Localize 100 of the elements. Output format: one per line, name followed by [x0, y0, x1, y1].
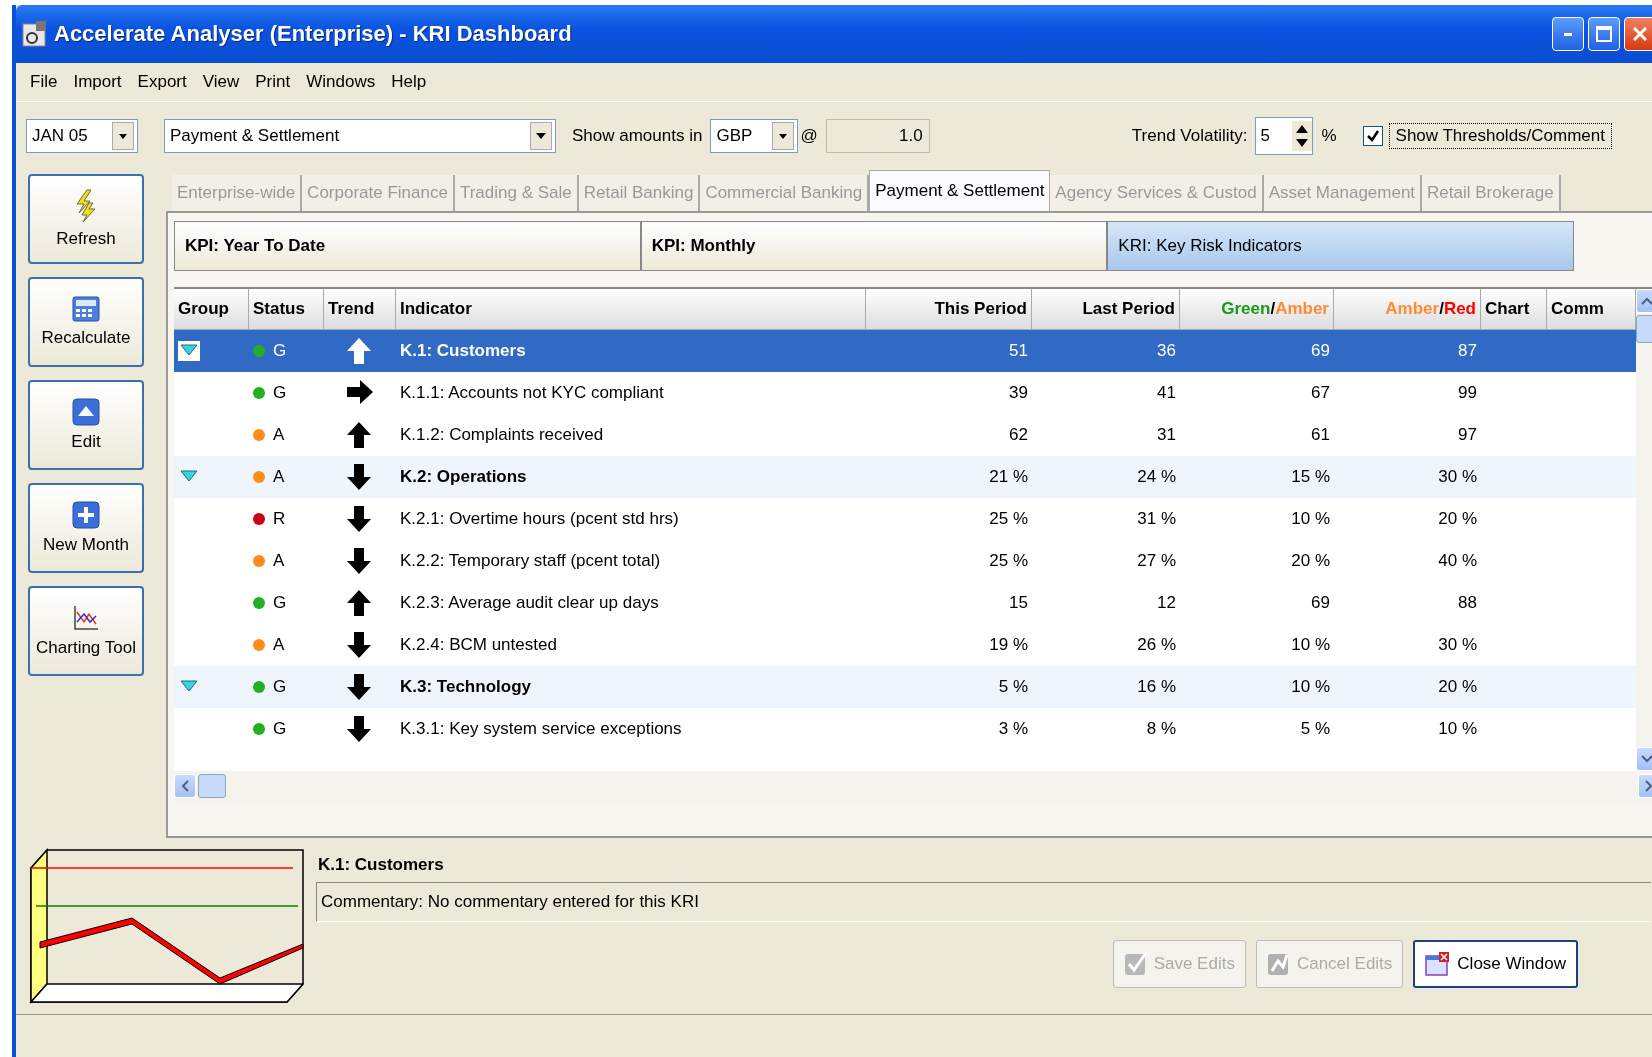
table-row[interactable]: G K.3: Technology 5 % 16 % 10 % 20 % — [174, 666, 1636, 708]
caret-icon — [119, 133, 127, 139]
currency-dropdown[interactable]: GBP — [710, 119, 799, 153]
indicator-text: K.2.4: BCM untested — [400, 635, 557, 655]
table-cell: 15 — [1009, 593, 1028, 613]
table-cell: 20 % — [1438, 677, 1477, 697]
table-cell: 30 % — [1438, 467, 1477, 487]
menu-item[interactable]: Print — [247, 72, 299, 92]
table-row[interactable]: G K.1: Customers 51 36 69 87 — [174, 330, 1636, 372]
table-row[interactable]: G K.2.3: Average audit clear up days 15 12 69 88 — [174, 582, 1636, 624]
indicator-text: K.2.1: Overtime hours (pcent std hrs) — [400, 509, 679, 529]
volatility-spinner[interactable]: 5 — [1255, 117, 1314, 155]
rate-field[interactable]: 1.0 — [825, 119, 930, 153]
app-icon — [22, 20, 48, 48]
table-cell: 10 % — [1291, 635, 1330, 655]
table-row[interactable]: A K.1.2: Complaints received 62 31 61 97 — [174, 414, 1636, 456]
column-header[interactable]: Trend — [324, 289, 396, 329]
scroll-thumb[interactable] — [198, 774, 226, 798]
indicator-text: K.2.3: Average audit clear up days — [400, 593, 659, 613]
scroll-down-button[interactable] — [1636, 747, 1652, 771]
tab[interactable]: KPI: Monthly — [640, 221, 1108, 271]
table-cell: 20 % — [1438, 509, 1477, 529]
tab[interactable]: KRI: Key Risk Indicators — [1107, 221, 1574, 271]
tab[interactable]: KPI: Year To Date — [174, 221, 641, 271]
horizontal-scrollbar[interactable] — [174, 771, 1652, 801]
table-cell: 12 — [1157, 593, 1176, 613]
side-button[interactable]: Recalculate — [28, 277, 144, 367]
maximize-button[interactable] — [1588, 17, 1620, 51]
caret-icon — [779, 133, 788, 139]
table-cell: 69 — [1311, 593, 1330, 613]
lightning-icon — [73, 189, 99, 223]
close-button[interactable] — [1624, 17, 1652, 51]
indicator-text: K.1.2: Complaints received — [400, 425, 604, 445]
chart-icon — [72, 604, 100, 632]
commentary-field[interactable]: Commentary: No commentary entered for this KRI — [316, 882, 1651, 922]
table-row[interactable]: R K.2.1: Overtime hours (pcent std hrs) 25 % 31 % 10 % 20 % — [174, 498, 1636, 540]
status-text: G — [273, 383, 287, 403]
menu-item[interactable]: Windows — [298, 72, 384, 92]
minimize-icon — [1564, 32, 1572, 36]
indicator-text: K.2.2: Temporary staff (pcent total) — [400, 551, 661, 571]
status-text: R — [273, 509, 286, 529]
status-text: A — [273, 551, 285, 571]
table-row[interactable]: G K.3.1: Key system service exceptions 3 % 8 % 5 % 10 % — [174, 708, 1636, 750]
table-cell: 8 % — [1146, 719, 1176, 739]
table-cell: 24 % — [1137, 467, 1176, 487]
window-close-icon — [1425, 951, 1452, 977]
indicator-text: K.3.1: Key system service exceptions — [400, 719, 682, 739]
expand-icon[interactable] — [178, 341, 200, 361]
menu-item[interactable]: Import — [65, 72, 130, 92]
table-cell: 25 % — [989, 509, 1028, 529]
side-button[interactable]: Edit — [28, 380, 144, 470]
side-button[interactable]: New Month — [28, 483, 144, 573]
scroll-up-button[interactable] — [1636, 289, 1652, 313]
check-icon — [1123, 951, 1148, 977]
table-row[interactable]: A K.2.2: Temporary staff (pcent total) 25 % 27 % 20 % 40 % — [174, 540, 1636, 582]
table-cell: 36 — [1157, 341, 1176, 361]
checkbox-label[interactable]: Show Thresholds/Comment — [1388, 123, 1612, 149]
column-header[interactable]: Amber/Red — [1334, 289, 1481, 329]
menu-item[interactable]: Help — [383, 72, 435, 92]
status-text: G — [273, 593, 287, 613]
month-dropdown[interactable]: JAN 05 — [26, 119, 138, 153]
status-text: G — [273, 719, 287, 739]
table-row[interactable]: G K.1.1: Accounts not KYC compliant 39 41 67 99 — [174, 372, 1636, 414]
table-cell: 30 % — [1438, 635, 1477, 655]
menu-item[interactable]: View — [194, 72, 248, 92]
side-button[interactable]: Charting Tool — [28, 586, 144, 676]
side-button[interactable]: Refresh — [28, 174, 144, 264]
column-header[interactable]: Chart — [1481, 289, 1547, 329]
table-row[interactable]: A K.2.4: BCM untested 19 % 26 % 10 % 30 % — [174, 624, 1636, 666]
tab[interactable]: Payment & Settlement — [869, 170, 1051, 211]
calculator-icon — [72, 296, 100, 322]
table-cell: 5 % — [998, 677, 1028, 697]
table-cell: 41 — [1157, 383, 1176, 403]
indicator-text: K.1: Customers — [400, 341, 526, 361]
column-header[interactable]: Group — [174, 289, 249, 329]
column-header[interactable]: Status — [249, 289, 324, 329]
action-button[interactable]: Close Window — [1413, 940, 1578, 988]
column-header[interactable]: Green/Amber — [1180, 289, 1334, 329]
maximize-icon — [1596, 26, 1612, 42]
minimize-button[interactable] — [1552, 17, 1584, 51]
table-cell: 10 % — [1291, 509, 1330, 529]
column-header[interactable]: This Period — [866, 289, 1032, 329]
menu-item[interactable]: File — [22, 72, 66, 92]
table-cell: 5 % — [1300, 719, 1330, 739]
table-cell: 26 % — [1137, 635, 1176, 655]
table-cell: 31 % — [1137, 509, 1176, 529]
table-row[interactable]: A K.2: Operations 21 % 24 % 15 % 30 % — [174, 456, 1636, 498]
column-header[interactable]: Indicator — [396, 289, 866, 329]
indicator-text: K.1.1: Accounts not KYC compliant — [400, 383, 664, 403]
checkbox[interactable] — [1362, 126, 1383, 146]
scroll-left-button[interactable] — [174, 774, 196, 798]
spinner-arrows-icon[interactable] — [1292, 121, 1313, 151]
volatility-label: Trend Volatility: — [1131, 126, 1248, 146]
column-header[interactable]: Last Period — [1032, 289, 1180, 329]
category-dropdown[interactable]: Payment & Settlement — [164, 119, 556, 153]
indicator-text: K.3: Technology — [400, 677, 531, 697]
indicator-title: K.1: Customers — [317, 854, 445, 876]
menu-item[interactable]: Export — [129, 72, 195, 92]
status-text: G — [273, 341, 287, 361]
plus-icon — [72, 501, 100, 529]
